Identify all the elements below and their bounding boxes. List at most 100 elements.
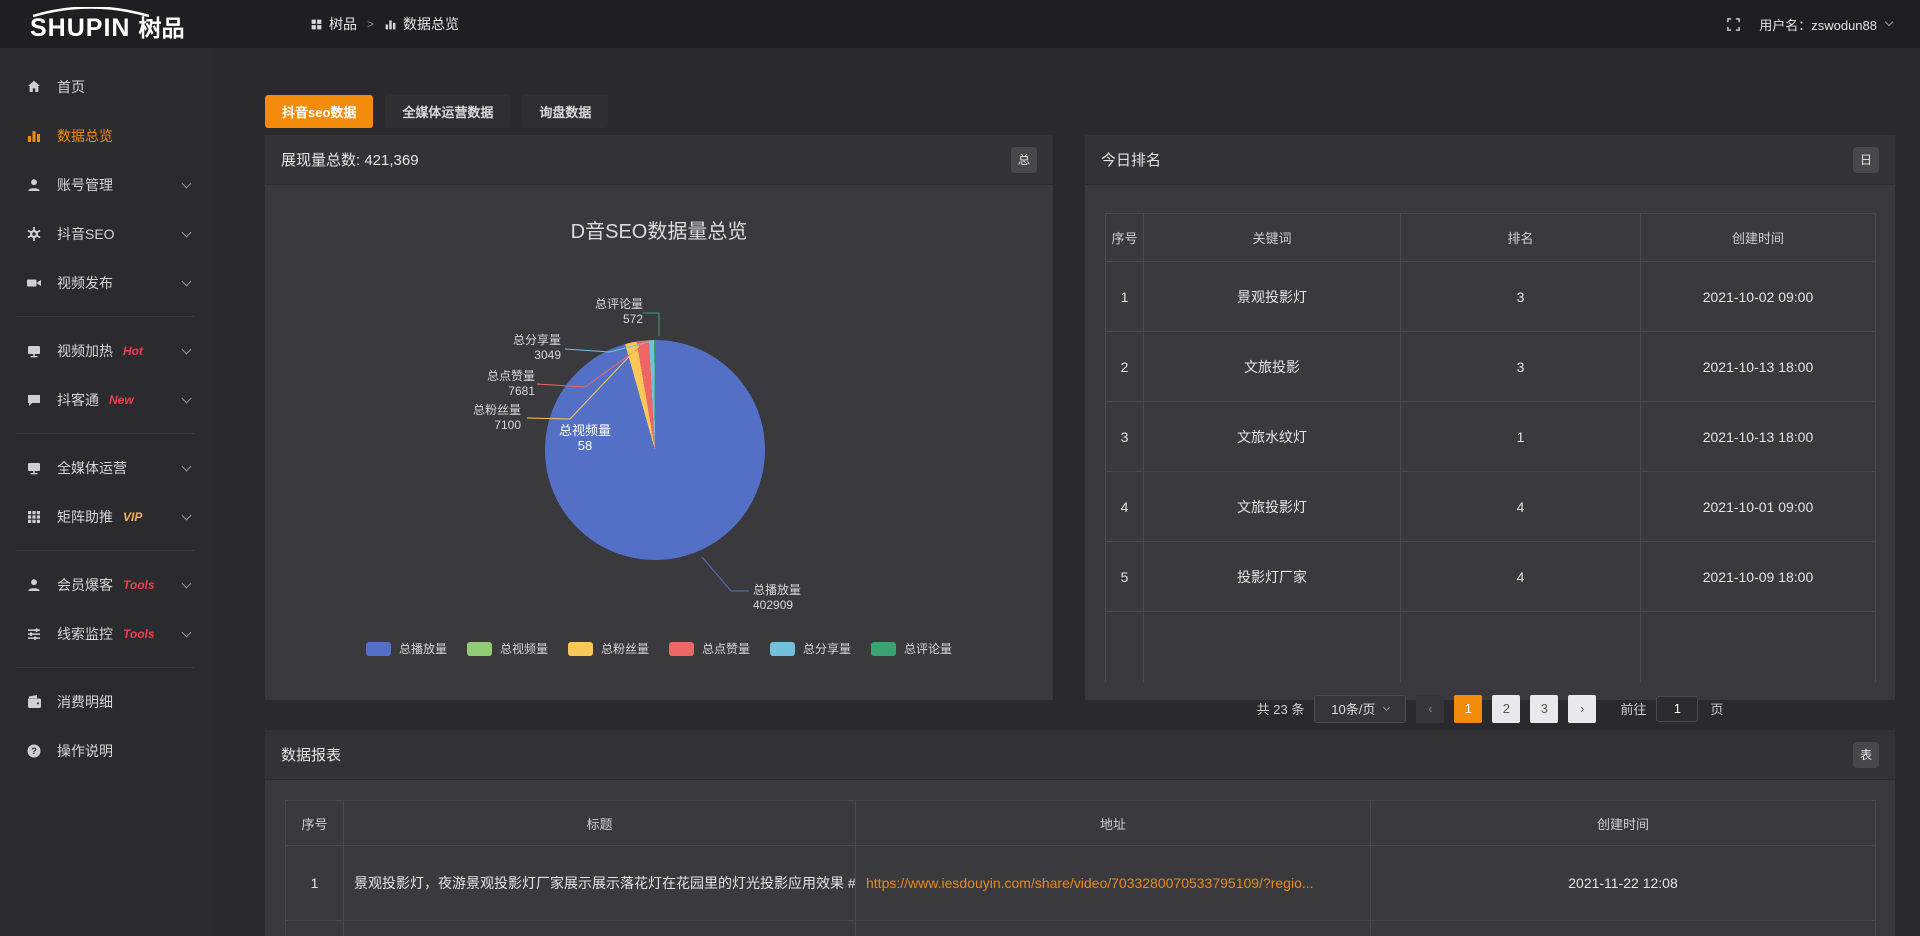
legend-swatch (467, 642, 492, 656)
total-badge-button[interactable]: 总 (1011, 147, 1037, 173)
sidebar-item-data-overview[interactable]: 数据总览 (0, 111, 210, 160)
sidebar: 首页数据总览账号管理抖音SEO视频发布视频加热Hot抖客通New 全媒体运营矩阵助… (0, 48, 210, 936)
column-header: 关键词 (1144, 214, 1401, 262)
topbar-right: 用户名：zswodun88 (1726, 15, 1892, 34)
sidebar-item-instructions[interactable]: ?操作说明 (0, 726, 210, 775)
ranking-table: 序号关键词排名创建时间1景观投影灯32021-10-02 09:002文旅投影3… (1105, 213, 1876, 682)
topbar: SHUPIN 树品 树品 > 数据总览 用户名：zswodun88 (0, 0, 1920, 48)
bar-chart-icon (384, 18, 397, 31)
table-cell: 2021-10-13 18:00 (1641, 402, 1876, 472)
report-panel-header: 数据报表 表 (265, 730, 1895, 780)
day-badge-button[interactable]: 日 (1853, 147, 1879, 173)
logo-text-cn: 树品 (138, 16, 184, 41)
table-row: 1景观投影灯，夜游景观投影灯厂家展示展示落花灯在花园里的灯光投影应用效果 #ht… (286, 846, 1876, 921)
svg-text:?: ? (31, 746, 37, 757)
fullscreen-icon[interactable] (1726, 17, 1741, 32)
page-button-2[interactable]: 2 (1492, 695, 1520, 723)
legend-item[interactable]: 总粉丝量 (568, 640, 649, 657)
sidebar-item-badge: Tools (123, 627, 155, 641)
table-cell: 文旅投影灯 (1144, 472, 1401, 542)
table-cell: 投影灯厂家 (1144, 542, 1401, 612)
page-size-select[interactable]: 10条/页 (1314, 695, 1406, 723)
table-cell (1371, 921, 1876, 936)
ranking-title: 今日排名 (1101, 149, 1161, 170)
sidebar-item-douyin-seo[interactable]: 抖音SEO (0, 209, 210, 258)
sidebar-item-label: 账号管理 (57, 175, 113, 195)
legend-item[interactable]: 总播放量 (366, 640, 447, 657)
ranking-panel-header: 今日排名 日 (1085, 135, 1895, 185)
table-cell: 3 (1401, 332, 1641, 402)
sidebar-item-matrix-boost[interactable]: 矩阵助推VIP (0, 492, 210, 541)
legend-item[interactable]: 总分享量 (770, 640, 851, 657)
sidebar-item-label: 消费明细 (57, 692, 113, 712)
column-header: 创建时间 (1641, 214, 1876, 262)
breadcrumb-root[interactable]: 树品 (310, 14, 357, 34)
table-cell: 2021-10-01 09:00 (1641, 472, 1876, 542)
legend-item[interactable]: 总视频量 (467, 640, 548, 657)
table-cell: 5 (1106, 542, 1144, 612)
legend-label: 总评论量 (904, 640, 952, 657)
chevron-down-icon (1885, 18, 1893, 26)
pie-label: 总评论量572 (595, 297, 643, 327)
prev-page-button[interactable]: ‹ (1416, 695, 1444, 723)
sidebar-item-consumption-detail[interactable]: 消费明细 (0, 677, 210, 726)
question-icon: ? (26, 743, 44, 759)
page-button-3[interactable]: 3 (1530, 695, 1558, 723)
chat-icon (26, 392, 44, 408)
column-header: 地址 (856, 801, 1371, 846)
sidebar-item-media-operation[interactable]: 全媒体运营 (0, 443, 210, 492)
data-tabs: 抖音seo数据全媒体运营数据询盘数据 (265, 95, 1895, 128)
sidebar-item-member-tools[interactable]: 会员爆客Tools (0, 560, 210, 609)
goto-label: 前往 (1620, 699, 1646, 718)
table-badge-button[interactable]: 表 (1853, 742, 1879, 768)
sidebar-item-account-management[interactable]: 账号管理 (0, 160, 210, 209)
chevron-down-icon (182, 510, 192, 520)
sidebar-item-label: 首页 (57, 77, 85, 97)
sidebar-item-douketong[interactable]: 抖客通New (0, 375, 210, 424)
table-row-partial (286, 921, 1876, 936)
chart-legend: 总播放量 总视频量 总粉丝量 总点赞量 总分享量 总评论量 (265, 640, 1053, 657)
legend-item[interactable]: 总点赞量 (669, 640, 750, 657)
pagination-total: 共 23 条 (1257, 699, 1305, 718)
sidebar-item-video-publish[interactable]: 视频发布 (0, 258, 210, 307)
tab-douyin-seo-data[interactable]: 抖音seo数据 (265, 95, 373, 128)
sidebar-divider (16, 550, 194, 551)
sidebar-item-badge: VIP (123, 510, 142, 524)
table-row-partial (1106, 612, 1876, 682)
table-cell: 4 (1401, 472, 1641, 542)
report-link[interactable]: https://www.iesdouyin.com/share/video/70… (856, 846, 1371, 921)
user-menu[interactable]: 用户名：zswodun88 (1759, 15, 1892, 34)
sidebar-divider (16, 667, 194, 668)
legend-label: 总分享量 (803, 640, 851, 657)
chart-panel: 展现量总数: 421,369 总 D音SEO数据量总览 总评论量572总分享量3… (265, 135, 1053, 700)
goto-page-input[interactable] (1656, 696, 1698, 722)
impressions-total: 展现量总数: 421,369 (281, 149, 419, 170)
table-cell (1106, 612, 1144, 682)
app: SHUPIN 树品 树品 > 数据总览 用户名：zswodun88 首页数据总览… (0, 0, 1920, 936)
tab-inquiry-data[interactable]: 询盘数据 (522, 95, 608, 128)
table-header-row: 序号标题地址创建时间 (286, 801, 1876, 846)
table-cell: 3 (1401, 262, 1641, 332)
table-cell: 景观投影灯 (1144, 262, 1401, 332)
table-row: 2文旅投影32021-10-13 18:00 (1106, 332, 1876, 402)
column-header: 排名 (1401, 214, 1641, 262)
table-cell: 文旅水纹灯 (1144, 402, 1401, 472)
sidebar-item-label: 视频加热 (57, 341, 113, 361)
chevron-down-icon (182, 578, 192, 588)
grid-small-icon (310, 18, 323, 31)
tab-media-operation-data[interactable]: 全媒体运营数据 (385, 95, 510, 128)
pie-label: 总粉丝量7100 (473, 403, 521, 433)
wallet-icon (26, 694, 44, 710)
table-row: 4文旅投影灯42021-10-01 09:00 (1106, 472, 1876, 542)
sidebar-item-video-heat[interactable]: 视频加热Hot (0, 326, 210, 375)
sidebar-item-label: 会员爆客 (57, 575, 113, 595)
sidebar-item-clue-monitor[interactable]: 线索监控Tools (0, 609, 210, 658)
chevron-down-icon (182, 276, 192, 286)
legend-item[interactable]: 总评论量 (871, 640, 952, 657)
table-cell: 3 (1106, 402, 1144, 472)
page-button-1[interactable]: 1 (1454, 695, 1482, 723)
table-cell: 4 (1106, 472, 1144, 542)
table-cell (856, 921, 1371, 936)
next-page-button[interactable]: › (1568, 695, 1596, 723)
sidebar-item-home[interactable]: 首页 (0, 62, 210, 111)
